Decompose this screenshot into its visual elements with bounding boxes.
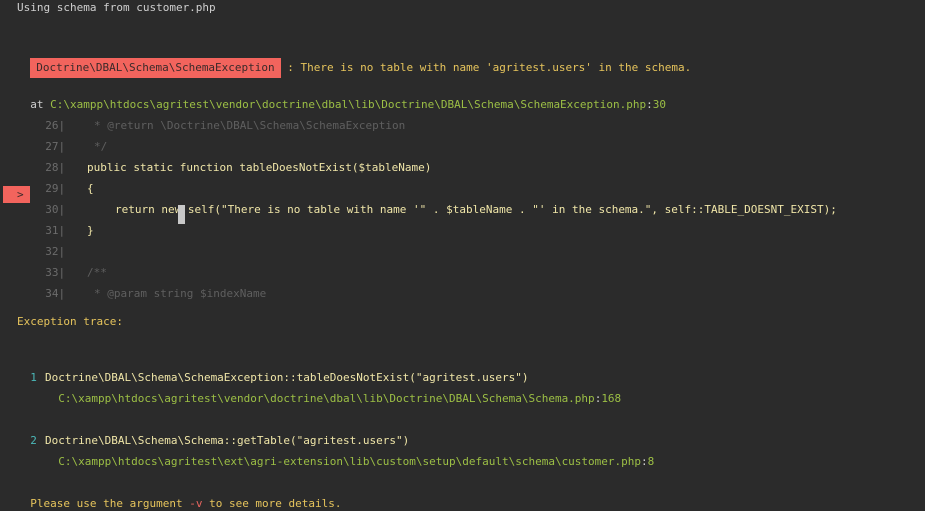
code-line: 27| */ bbox=[45, 140, 108, 153]
schema-note: Using schema from customer.php bbox=[17, 1, 216, 14]
trace-item-call: 2 Doctrine\DBAL\Schema\Schema::getTable("… bbox=[30, 434, 410, 447]
code-line: 32| bbox=[45, 245, 66, 258]
code-line: 28| public static function tableDoesNotEx… bbox=[45, 161, 432, 174]
error-line: Doctrine\DBAL\Schema\SchemaException : T… bbox=[17, 38, 691, 78]
location-colon: : bbox=[646, 98, 653, 111]
error-message: : There is no table with name 'agritest.… bbox=[280, 61, 692, 74]
code-line: 33|/** bbox=[45, 266, 107, 279]
code-line: 31|} bbox=[45, 224, 94, 237]
exception-class-badge: Doctrine\DBAL\Schema\SchemaException bbox=[30, 58, 281, 78]
code-line-current: 30| return new self("There is no table wi… bbox=[45, 203, 837, 216]
code-line: 34| * @param string $indexName bbox=[45, 287, 267, 300]
trace-item-call: 1 Doctrine\DBAL\Schema\SchemaException::t… bbox=[30, 371, 529, 384]
location-line: 30 bbox=[652, 98, 667, 111]
trace-item-file: C:\xampp\htdocs\agritest\ext\agri-extens… bbox=[58, 455, 655, 468]
code-line: 26| * @return \Doctrine\DBAL\Schema\Schem… bbox=[45, 119, 406, 132]
trace-item-file: C:\xampp\htdocs\agritest\vendor\doctrine… bbox=[58, 392, 622, 405]
current-line-marker: > bbox=[3, 186, 30, 203]
code-line: 29|{ bbox=[45, 182, 94, 195]
trace-heading: Exception trace: bbox=[17, 315, 123, 328]
verbosity-hint: Please use the argument -v to see more d… bbox=[30, 497, 342, 510]
location-path: C:\xampp\htdocs\agritest\vendor\doctrine… bbox=[50, 98, 647, 111]
text-cursor bbox=[178, 205, 185, 224]
error-location: at C:\xampp\htdocs\agritest\vendor\doctr… bbox=[17, 84, 666, 111]
